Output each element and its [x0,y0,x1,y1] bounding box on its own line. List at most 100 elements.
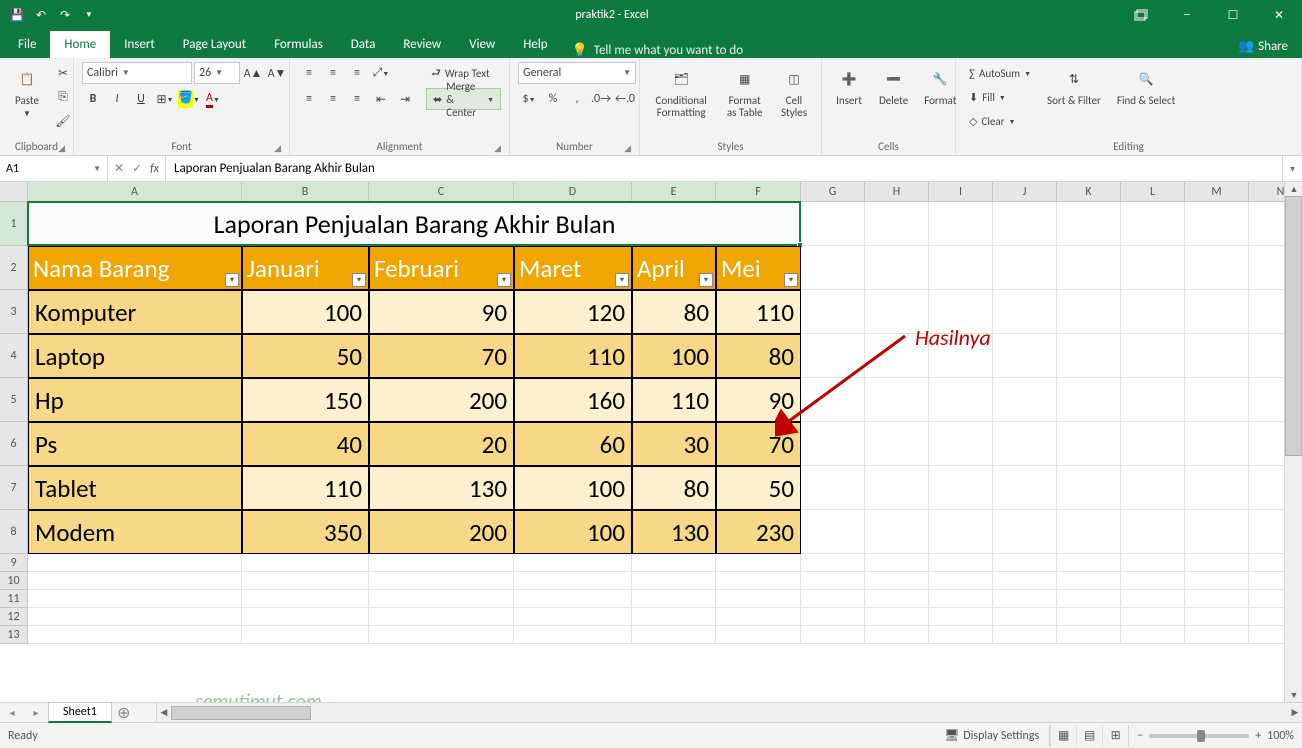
row-header-8[interactable]: 8 [0,510,27,554]
col-header-M[interactable]: M [1185,182,1249,201]
new-sheet-icon[interactable]: ⊕ [112,703,136,723]
table-cell-value[interactable]: 110 [632,378,716,422]
sheet-tab-sheet1[interactable]: Sheet1 [48,702,112,723]
table-cell-name[interactable]: Ps [28,422,242,466]
decrease-font-icon[interactable]: A▼ [266,62,288,84]
table-cell-value[interactable]: 50 [242,334,369,378]
hscroll-thumb[interactable] [171,706,311,720]
cell-H3[interactable] [865,290,929,334]
col-header-J[interactable]: J [993,182,1057,201]
cell-B13[interactable] [242,626,369,644]
cell-K13[interactable] [1057,626,1121,644]
format-as-table-button[interactable]: ▦Format as Table [720,62,769,122]
cell-J6[interactable] [993,422,1057,466]
zoom-in-icon[interactable]: + [1255,729,1261,743]
orientation-icon[interactable]: ⤢▼ [370,62,392,84]
col-header-H[interactable]: H [865,182,929,201]
table-cell-value[interactable]: 110 [242,466,369,510]
cell-C10[interactable] [369,572,514,590]
cell-J7[interactable] [993,466,1057,510]
accounting-format-icon[interactable]: $▼ [518,88,540,110]
cell-H6[interactable] [865,422,929,466]
col-header-B[interactable]: B [242,182,369,201]
table-cell-value[interactable]: 90 [716,378,801,422]
page-layout-view-icon[interactable]: ▤ [1076,725,1102,747]
find-select-button[interactable]: 🔍Find & Select [1112,62,1180,110]
cell-styles-button[interactable]: ◫Cell Styles [775,62,813,122]
cell-E13[interactable] [632,626,716,644]
filter-icon[interactable]: ▾ [225,273,239,287]
autosum-button[interactable]: ∑AutoSum▼ [964,62,1036,84]
cell-L11[interactable] [1121,590,1185,608]
formula-input[interactable]: Laporan Penjualan Barang Akhir Bulan [166,156,1282,181]
table-cell-value[interactable]: 90 [369,290,514,334]
cell-H13[interactable] [865,626,929,644]
cell-M7[interactable] [1185,466,1249,510]
cell-G8[interactable] [801,510,865,554]
worksheet-grid[interactable]: ABCDEFGHIJKLMN 12345678910111213 Laporan… [0,182,1302,702]
table-cell-value[interactable]: 200 [369,378,514,422]
cell-G12[interactable] [801,608,865,626]
cell-K3[interactable] [1057,290,1121,334]
row-header-6[interactable]: 6 [0,422,27,466]
zoom-out-icon[interactable]: − [1137,729,1143,743]
save-icon[interactable]: 💾 [8,6,26,24]
cell-L10[interactable] [1121,572,1185,590]
cell-L3[interactable] [1121,290,1185,334]
name-box[interactable]: A1▼ [0,156,108,181]
tab-data[interactable]: Data [337,31,390,58]
tab-home[interactable]: Home [50,31,110,58]
cell-M12[interactable] [1185,608,1249,626]
table-header-0[interactable]: Nama Barang▾ [28,246,242,290]
zoom-knob[interactable] [1197,730,1205,742]
align-left-icon[interactable]: ≡ [298,88,320,110]
col-header-K[interactable]: K [1057,182,1121,201]
increase-decimal-icon[interactable]: .0→ [590,88,612,110]
cell-J3[interactable] [993,290,1057,334]
cell-I6[interactable] [929,422,993,466]
col-header-D[interactable]: D [514,182,632,201]
merge-center-button[interactable]: ⬌Merge & Center▼ [426,88,501,110]
filter-icon[interactable]: ▾ [615,273,629,287]
cell-K12[interactable] [1057,608,1121,626]
cell-I5[interactable] [929,378,993,422]
col-header-I[interactable]: I [929,182,993,201]
cell-E9[interactable] [632,554,716,572]
cell-M1[interactable] [1185,202,1249,246]
align-bottom-icon[interactable]: ≡ [346,62,368,84]
table-cell-value[interactable]: 150 [242,378,369,422]
tellme-search[interactable]: 💡 Tell me what you want to do [572,43,744,58]
cell-L7[interactable] [1121,466,1185,510]
cell-B9[interactable] [242,554,369,572]
maximize-icon[interactable]: ☐ [1210,0,1256,30]
row-header-7[interactable]: 7 [0,466,27,510]
cell-I1[interactable] [929,202,993,246]
cell-G7[interactable] [801,466,865,510]
cell-C12[interactable] [369,608,514,626]
cell-J12[interactable] [993,608,1057,626]
cell-E11[interactable] [632,590,716,608]
cell-G11[interactable] [801,590,865,608]
cell-F12[interactable] [716,608,801,626]
sheet-nav-prev-icon[interactable]: ◂ [0,706,24,719]
filter-icon[interactable]: ▾ [352,273,366,287]
comma-format-icon[interactable]: , [566,88,588,110]
font-size-combo[interactable]: 26▼ [194,62,240,84]
cell-I7[interactable] [929,466,993,510]
cell-L8[interactable] [1121,510,1185,554]
cell-I3[interactable] [929,290,993,334]
decrease-indent-icon[interactable]: ⇤ [370,88,392,110]
tab-view[interactable]: View [455,31,509,58]
align-right-icon[interactable]: ≡ [346,88,368,110]
cell-I12[interactable] [929,608,993,626]
tab-insert[interactable]: Insert [110,31,169,58]
cell-H5[interactable] [865,378,929,422]
cell-K4[interactable] [1057,334,1121,378]
row-header-12[interactable]: 12 [0,608,27,626]
table-header-1[interactable]: Januari▾ [242,246,369,290]
cell-H11[interactable] [865,590,929,608]
cell-M8[interactable] [1185,510,1249,554]
table-cell-name[interactable]: Laptop [28,334,242,378]
row-header-10[interactable]: 10 [0,572,27,590]
cell-I13[interactable] [929,626,993,644]
